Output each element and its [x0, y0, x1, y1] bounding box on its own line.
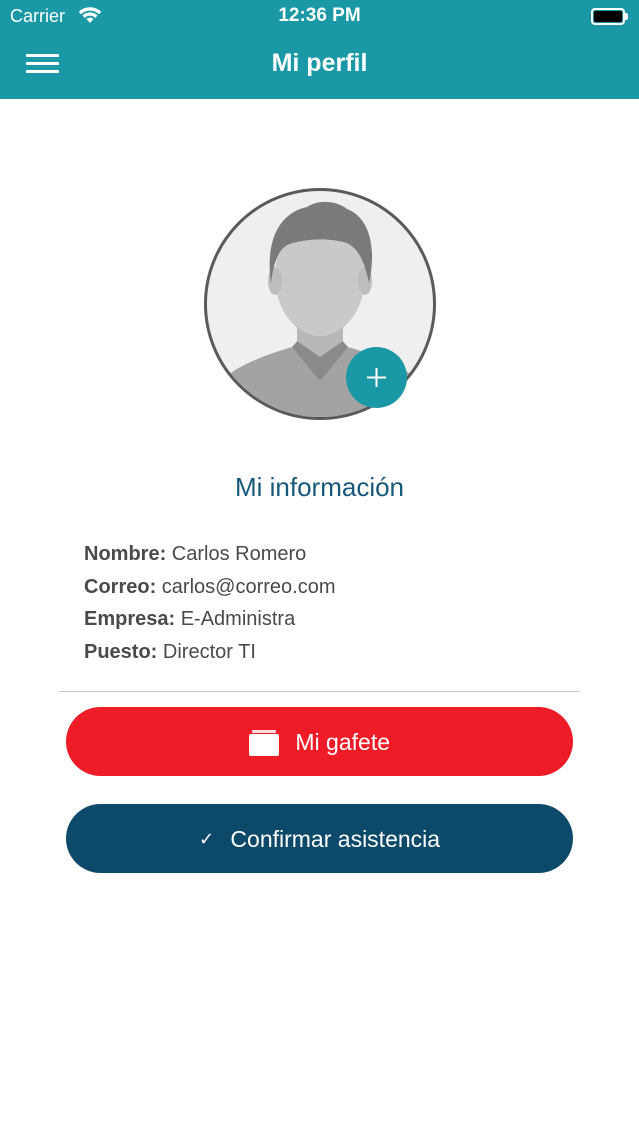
checkmark-icon: ✓ [198, 829, 215, 850]
info-value: carlos@correo.com [161, 575, 336, 598]
info-label: Correo: [84, 575, 157, 598]
add-photo-button[interactable] [346, 347, 407, 408]
battery-icon [591, 8, 629, 25]
confirm-attendance-label: Confirmar asistencia [230, 826, 441, 853]
info-row-correo: Correo: carlos@correo.com [84, 574, 584, 607]
app-header: Carrier 12:36 PM Mi perfil [0, 0, 639, 99]
info-value: E-Administra [180, 608, 296, 630]
my-badge-button[interactable]: Mi gafete [66, 707, 573, 776]
info-label: Nombre: [84, 543, 167, 565]
status-bar: Carrier 12:36 PM [0, 0, 639, 32]
plus-icon [367, 368, 386, 387]
info-section-title: Mi información [234, 472, 405, 502]
info-value: Director TI [162, 640, 256, 663]
info-value: Carlos Romero [171, 543, 307, 565]
profile-info-list: Nombre: Carlos Romero Correo: carlos@cor… [84, 541, 584, 671]
id-card-icon [249, 729, 279, 756]
confirm-attendance-button[interactable]: ✓ Confirmar asistencia [66, 804, 573, 873]
my-badge-label: Mi gafete [295, 729, 390, 756]
info-label: Puesto: [84, 640, 158, 663]
profile-photo-section [204, 188, 436, 420]
status-time: 12:36 PM [278, 5, 361, 26]
info-label: Empresa: [84, 608, 176, 630]
info-row-nombre: Nombre: Carlos Romero [84, 541, 584, 574]
info-row-puesto: Puesto: Director TI [84, 639, 584, 672]
divider [59, 691, 580, 692]
info-row-empresa: Empresa: E-Administra [84, 606, 584, 639]
page-title: Mi perfil [271, 49, 368, 77]
